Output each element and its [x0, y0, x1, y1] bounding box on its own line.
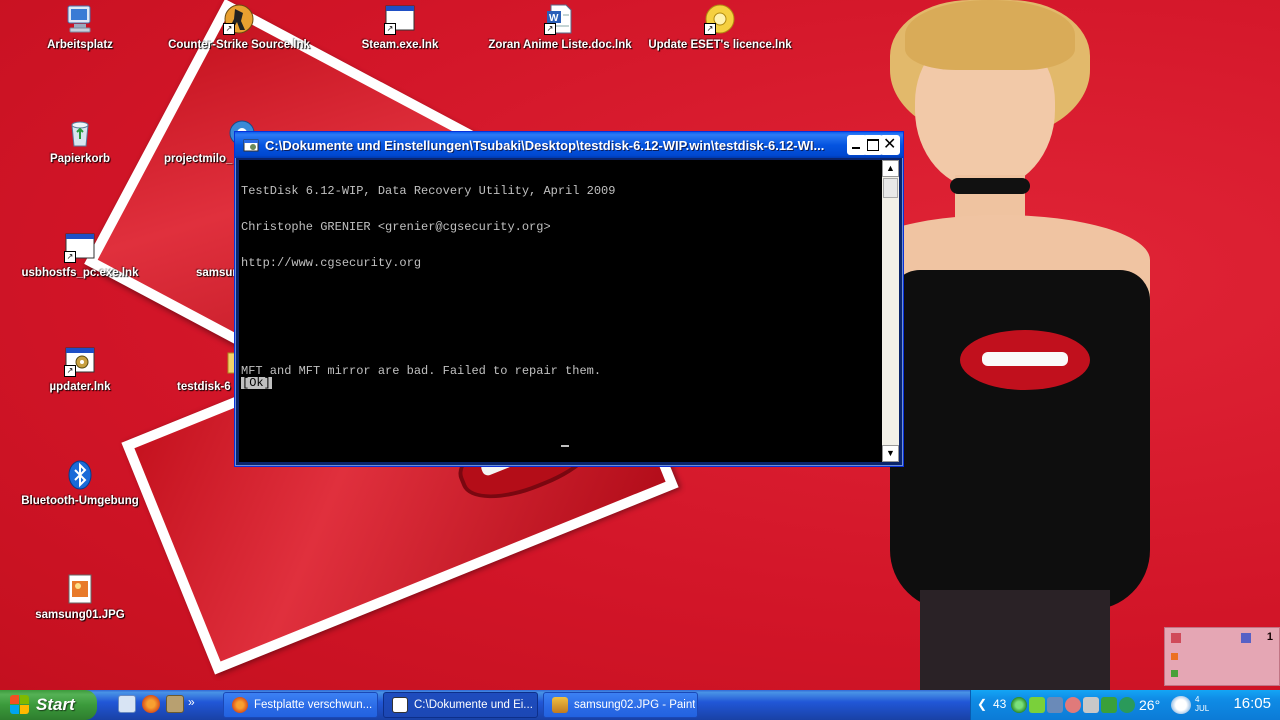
desktop-icon-usbhostfs[interactable]: ↗ usbhostfs_pc.exe.lnk [5, 231, 155, 279]
tray-app-icon[interactable] [1029, 697, 1045, 713]
console-line: Christophe GRENIER <grenier@cgsecurity.o… [241, 220, 551, 234]
scroll-up-icon[interactable]: ▲ [882, 160, 899, 177]
tray-network-icon[interactable] [1047, 697, 1063, 713]
window-icon [1241, 633, 1251, 643]
console-window[interactable]: C:\Dokumente und Einstellungen\Tsubaki\D… [234, 131, 904, 467]
taskbar: Start » Festplatte verschwun... C:\Dokum… [0, 690, 1280, 720]
console-line: http://www.cgsecurity.org [241, 256, 422, 270]
desktop-icon-testdisk-folder[interactable]: testdisk-6 [160, 345, 257, 393]
desktop-icon-samsung-partial[interactable]: samsun [180, 231, 240, 279]
show-desktop-icon[interactable] [118, 695, 136, 713]
tray-popup[interactable]: 1 [1164, 627, 1280, 686]
desktop-icon-papierkorb[interactable]: Papierkorb [5, 117, 155, 165]
console-titlebar[interactable]: C:\Dokumente und Einstellungen\Tsubaki\D… [235, 132, 903, 158]
console-scrollbar[interactable]: ▲ ▼ [882, 160, 899, 462]
taskbar-button-firefox[interactable]: Festplatte verschwun... [223, 692, 378, 718]
taskbar-button-console[interactable]: C:\Dokumente und Ei... [383, 692, 538, 718]
status-green-icon [1171, 670, 1178, 677]
console-output: TestDisk 6.12-WIP, Data Recovery Utility… [241, 161, 881, 461]
tray-date: 4 JUL [1195, 695, 1210, 713]
clock[interactable]: 16:05 [1233, 695, 1271, 712]
status-orange-icon [1171, 653, 1178, 660]
console-title: C:\Dokumente und Einstellungen\Tsubaki\D… [265, 137, 825, 153]
word-doc-icon: W ↗ [544, 3, 576, 35]
taskbar-button-paint[interactable]: samsung02.JPG - Paint [543, 692, 698, 718]
app-window-icon: ↗ [384, 3, 416, 35]
image-icon [64, 573, 96, 605]
start-button[interactable]: Start [0, 690, 97, 720]
bluetooth-icon [64, 459, 96, 491]
desktop-icon-steam[interactable]: ↗ Steam.exe.lnk [325, 3, 475, 51]
scroll-down-icon[interactable]: ▼ [882, 445, 899, 462]
my-computer-icon [64, 3, 96, 35]
text-cursor [561, 445, 569, 447]
close-button[interactable]: ✕ [880, 134, 900, 155]
tray-volume-text: 43 [993, 697, 1007, 711]
close-icon: ✕ [883, 134, 897, 153]
ok-button[interactable]: [Ok] [241, 377, 272, 389]
flag-icon [1171, 633, 1181, 643]
firefox-icon [232, 697, 248, 713]
tray-shield-icon[interactable] [1065, 697, 1081, 713]
quicklaunch-more-icon[interactable]: » [188, 695, 195, 713]
windows-logo-icon [10, 695, 30, 715]
console-line: TestDisk 6.12-WIP, Data Recovery Utility… [241, 184, 616, 198]
tray-green-icon[interactable] [1101, 697, 1117, 713]
network-globe-icon[interactable] [1011, 697, 1027, 713]
tray-collapse-icon[interactable]: ❮ [977, 697, 987, 711]
quicklaunch-app-icon[interactable] [166, 695, 184, 713]
tray-popup-count: 1 [1266, 631, 1273, 643]
tray-usb-icon[interactable] [1083, 697, 1099, 713]
console-body[interactable]: TestDisk 6.12-WIP, Data Recovery Utility… [239, 160, 899, 462]
desktop-icon-samsung01[interactable]: samsung01.JPG [5, 573, 155, 621]
tray-temperature: 26° [1139, 697, 1161, 713]
tray-antivirus-icon[interactable] [1119, 697, 1135, 713]
firefox-icon[interactable] [142, 695, 160, 713]
weather-icon[interactable] [1171, 696, 1191, 714]
console-line: MFT and MFT mirror are bad. Failed to re… [241, 364, 602, 378]
app-window-icon: ↗ [64, 231, 96, 263]
desktop-icon-updater[interactable]: ↗ µpdater.lnk [5, 345, 155, 393]
console-icon [392, 697, 408, 713]
eset-key-icon: ↗ [704, 3, 736, 35]
recycle-bin-icon [64, 117, 96, 149]
desktop-icon-arbeitsplatz[interactable]: Arbeitsplatz [5, 3, 155, 51]
system-tray: ❮ 43 26° 4 JUL 16:05 [970, 690, 1280, 720]
desktop-background: Arbeitsplatz ↗ Counter-Strike Source.lnk… [0, 0, 1280, 690]
cs-source-icon: ↗ [223, 3, 255, 35]
desktop-icon-bluetooth[interactable]: Bluetooth-Umgebung [5, 459, 155, 507]
desktop-icon-zoran-anime-liste[interactable]: W ↗ Zoran Anime Liste.doc.lnk [485, 3, 635, 51]
scroll-thumb[interactable] [883, 178, 898, 198]
app-window-gear-icon: ↗ [64, 345, 96, 377]
quick-launch: » [118, 695, 195, 713]
console-app-icon [243, 139, 259, 152]
desktop-icon-counter-strike[interactable]: ↗ Counter-Strike Source.lnk [164, 3, 314, 51]
desktop-icon-eset-update[interactable]: ↗ Update ESET's licence.lnk [645, 3, 795, 51]
paint-icon [552, 697, 568, 713]
